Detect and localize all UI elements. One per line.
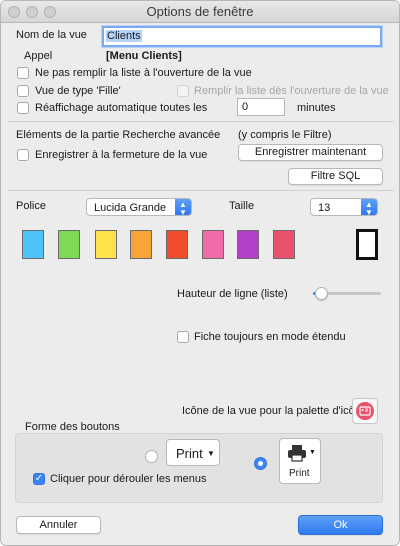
filter-note: (y compris le Filtre): [238, 129, 332, 141]
icon-style-print-label: Print: [289, 468, 310, 479]
advanced-search-header: Eléments de la partie Recherche avancée: [16, 129, 221, 141]
extended-mode-label: Fiche toujours en mode étendu: [194, 331, 346, 343]
appel-value: [Menu Clients]: [106, 50, 182, 62]
view-name-input[interactable]: Clients: [102, 26, 382, 47]
fille-checkbox[interactable]: [17, 85, 29, 97]
font-popup[interactable]: Lucida Grande ▲ ▼: [86, 198, 192, 217]
fille-label: Vue de type 'Fille': [35, 85, 121, 97]
dropdown-arrow-icon: ▼: [309, 449, 316, 456]
extended-mode-checkbox[interactable]: [177, 331, 189, 343]
refresh-interval-input[interactable]: 0: [237, 98, 285, 116]
no-fill-label: Ne pas remplir la liste à l'ouverture de…: [35, 67, 252, 79]
row-height-label: Hauteur de ligne (liste): [177, 288, 288, 300]
auto-refresh-label: Réaffichage automatique toutes les: [35, 102, 208, 114]
dropdown-arrow-icon: ▼: [207, 449, 215, 458]
size-value: 13: [318, 202, 331, 214]
save-on-close-label: Enregistrer à la fermeture de la vue: [35, 149, 208, 161]
scroll-menus-label: Cliquer pour dérouler les menus: [50, 473, 207, 485]
minimize-window-icon[interactable]: [26, 6, 38, 18]
text-style-print-label: Print: [176, 446, 203, 461]
separator: [8, 190, 394, 191]
view-name-label: Nom de la vue: [16, 29, 87, 41]
auto-refresh-checkbox[interactable]: [17, 102, 29, 114]
icon-style-preview: ▼ Print: [279, 438, 321, 484]
swatch-color[interactable]: [22, 230, 44, 259]
swatch-color[interactable]: [273, 230, 295, 259]
font-label: Police: [16, 200, 46, 212]
palette-icon-well[interactable]: [352, 398, 378, 424]
close-window-icon[interactable]: [8, 6, 20, 18]
options-window: Options de fenêtre Nom de la vue Clients…: [0, 0, 400, 546]
appel-label: Appel: [24, 50, 53, 62]
save-on-close-checkbox[interactable]: [17, 149, 29, 161]
ok-button[interactable]: Ok: [298, 515, 383, 535]
palette-icon-label: Icône de la vue pour la palette d'icônes: [182, 405, 373, 417]
title-bar: Options de fenêtre: [1, 1, 399, 23]
swatch-color[interactable]: [130, 230, 152, 259]
zoom-window-icon[interactable]: [44, 6, 56, 18]
view-name-value: Clients: [106, 30, 142, 42]
swatch-color[interactable]: [166, 230, 188, 259]
font-value: Lucida Grande: [94, 202, 167, 214]
sql-filter-button[interactable]: Filtre SQL: [288, 168, 383, 185]
swatch-white[interactable]: [356, 229, 378, 260]
button-shape-label: Forme des boutons: [25, 421, 120, 433]
swatch-color[interactable]: [58, 230, 80, 259]
text-style-radio[interactable]: [145, 450, 158, 463]
size-label: Taille: [229, 200, 255, 212]
fill-on-open-label: Remplir la liste dès l'ouverture de la v…: [194, 85, 389, 97]
separator: [8, 121, 394, 122]
swatch-color[interactable]: [237, 230, 259, 259]
chevron-up-down-icon: ▲ ▼: [361, 199, 377, 217]
printer-icon: [287, 444, 307, 465]
minutes-label: minutes: [297, 102, 336, 114]
row-height-slider-knob[interactable]: [314, 287, 328, 300]
window-title: Options de fenêtre: [146, 4, 254, 19]
size-popup[interactable]: 13 ▲ ▼: [310, 198, 378, 217]
refresh-interval-value: 0: [242, 101, 249, 113]
fill-on-open-checkbox[interactable]: [177, 85, 189, 97]
swatch-color[interactable]: [95, 230, 117, 259]
cancel-button[interactable]: Annuler: [16, 516, 101, 534]
chevron-up-down-icon: ▲ ▼: [175, 199, 191, 217]
text-style-preview: Print ▼: [166, 439, 220, 466]
icon-style-radio[interactable]: [254, 457, 267, 470]
swatch-color[interactable]: [202, 230, 224, 259]
scroll-menus-checkbox[interactable]: ✓: [33, 473, 45, 485]
id-card-icon: [356, 402, 374, 420]
no-fill-checkbox[interactable]: [17, 67, 29, 79]
save-now-button[interactable]: Enregistrer maintenant: [238, 144, 383, 161]
